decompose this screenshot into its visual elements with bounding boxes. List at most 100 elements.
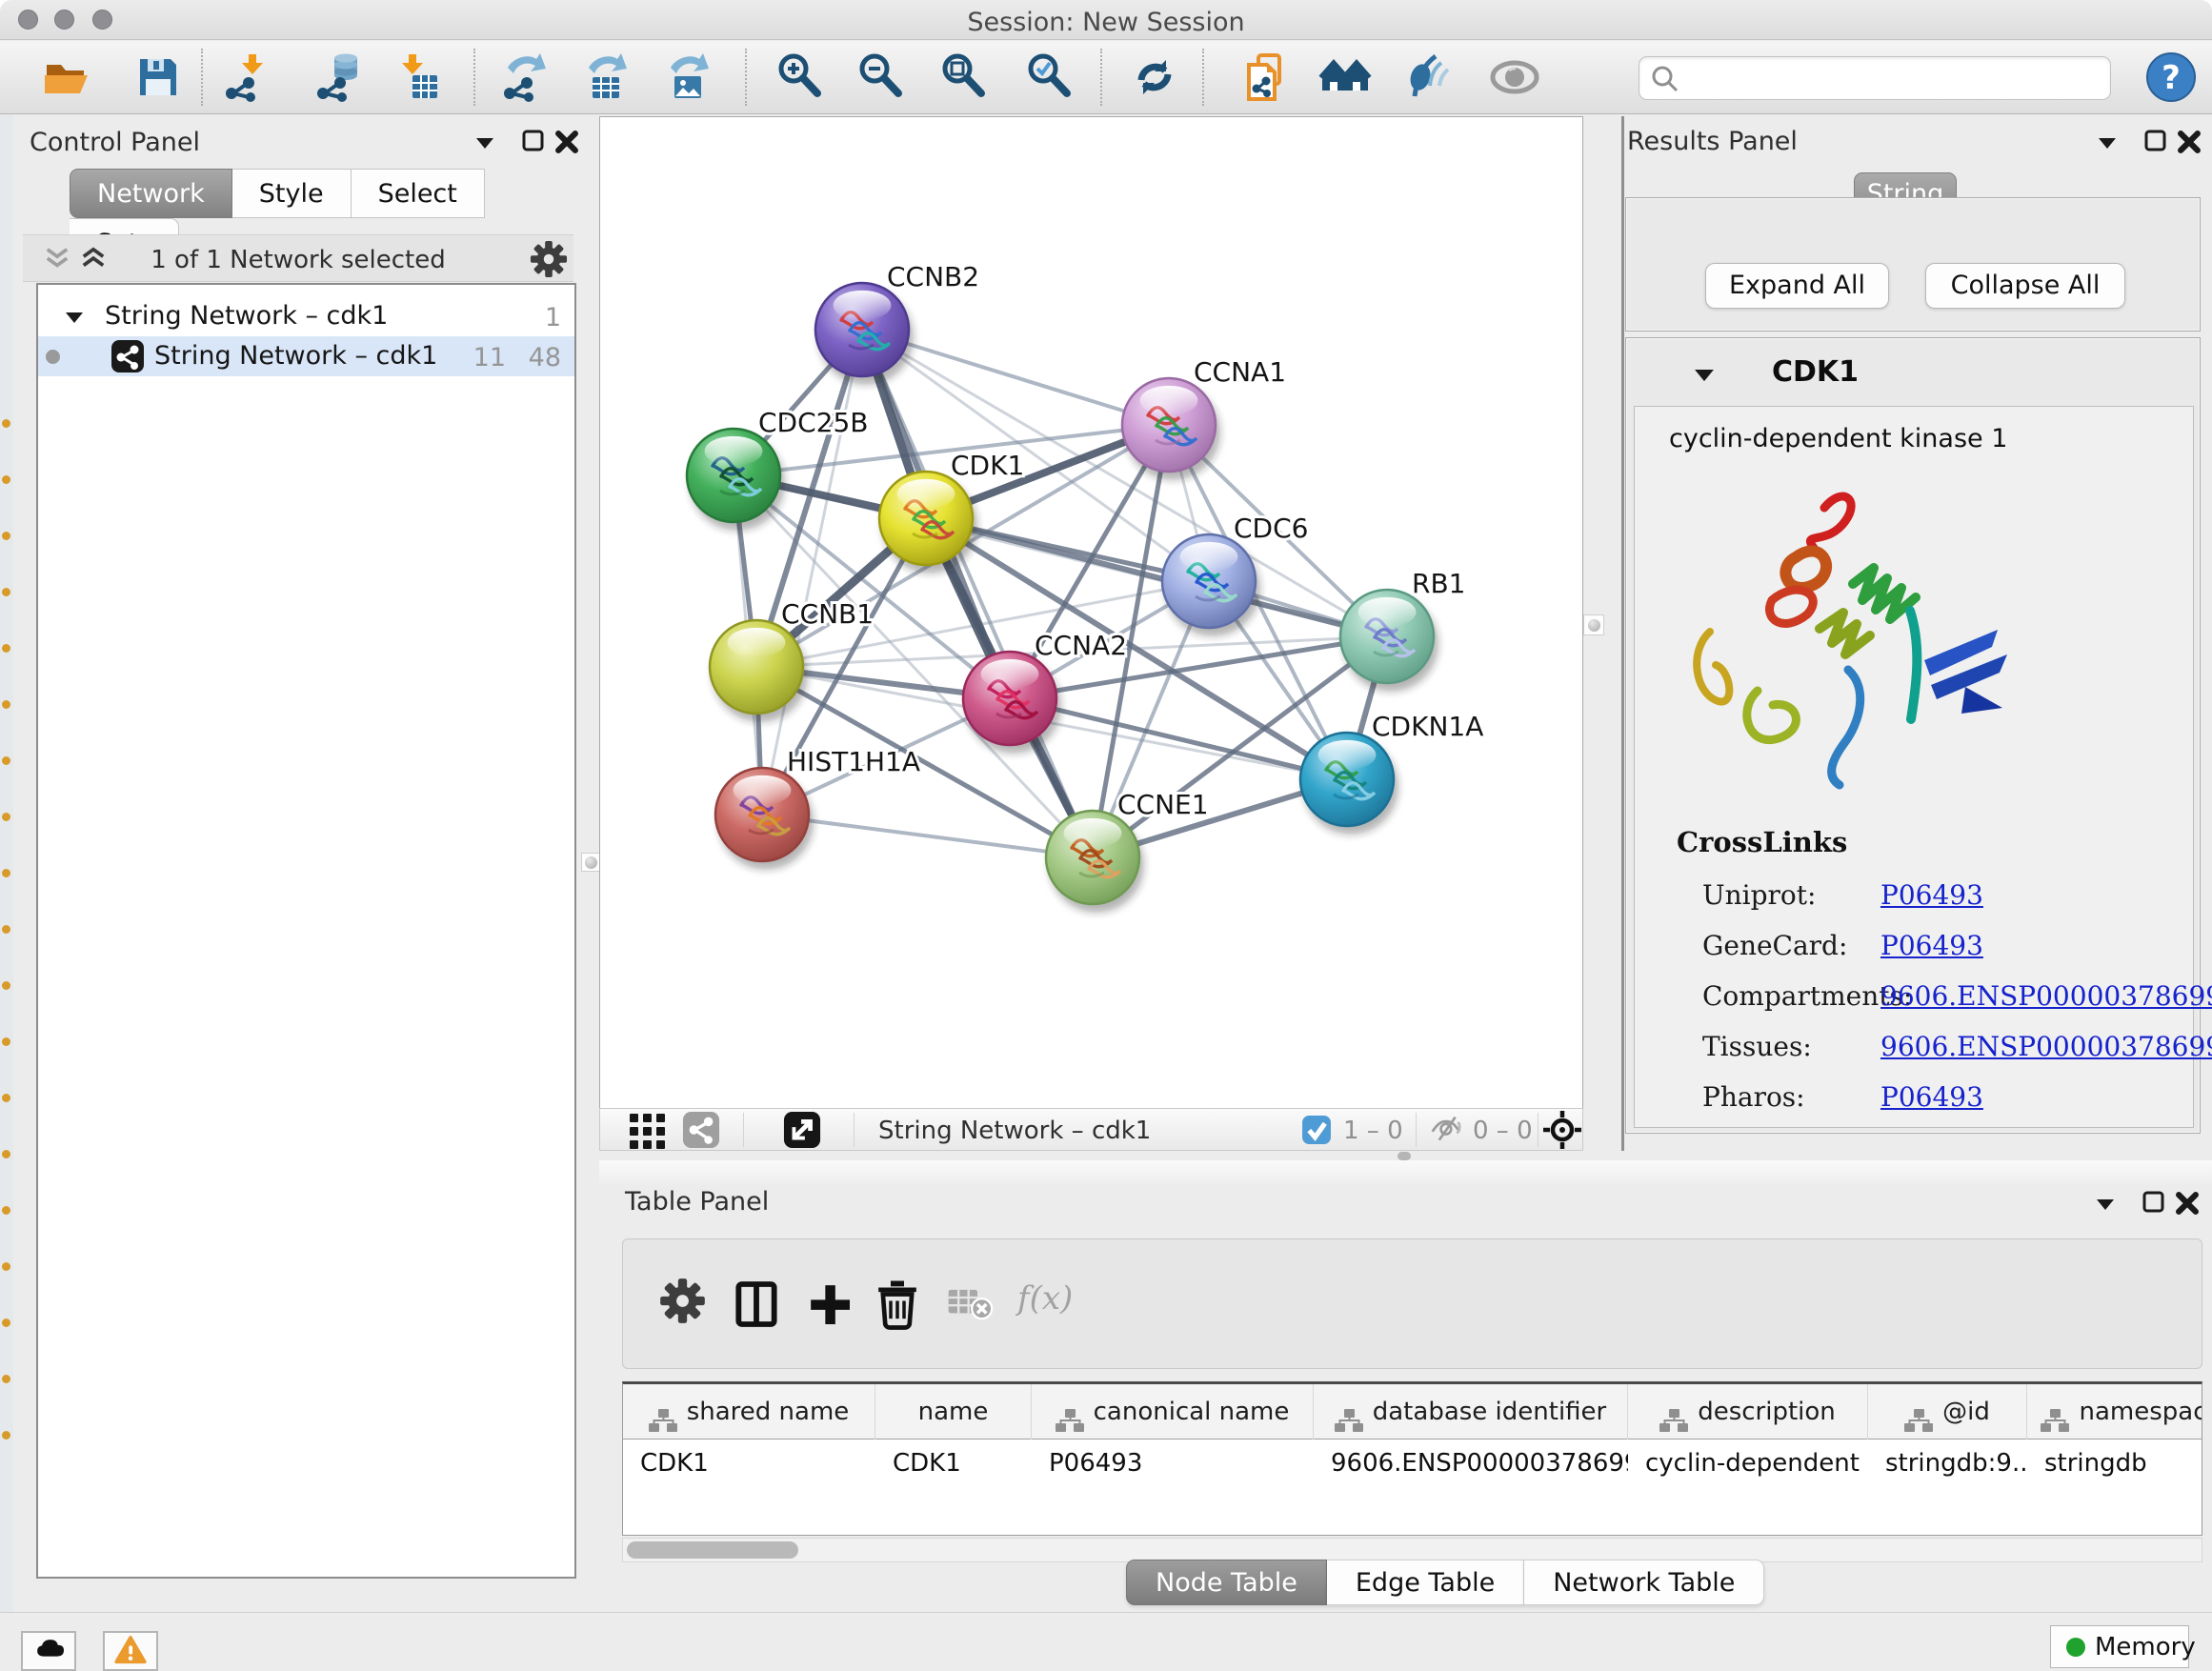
delete-row-button[interactable] (871, 1278, 924, 1331)
results-float-icon[interactable] (2144, 130, 2167, 152)
cell-canonical-name[interactable]: P06493 (1032, 1440, 1314, 1488)
cell-description[interactable]: cyclin-dependent ... (1628, 1440, 1868, 1488)
clear-table-button[interactable] (944, 1278, 997, 1331)
warning-status-button[interactable] (103, 1631, 158, 1671)
node-HIST1H1A[interactable] (715, 768, 814, 870)
network-view-title: String Network – cdk1 (878, 1117, 1151, 1145)
crosslink-link[interactable]: 9606.ENSP00000378699 (1880, 980, 2212, 1012)
toolbar-separator (1100, 49, 1102, 106)
node-RB1[interactable] (1340, 590, 1438, 692)
add-row-button[interactable] (803, 1278, 856, 1331)
column-header-canonical-name[interactable]: canonical name (1032, 1384, 1314, 1439)
tab-node-table[interactable]: Node Table (1126, 1560, 1327, 1605)
zoom-out-button[interactable] (855, 50, 908, 104)
crosslink-link[interactable]: P06493 (1880, 930, 1983, 961)
zoom-fit-button[interactable] (937, 50, 991, 104)
network-canvas[interactable]: CCNB2CCNA1CDC25BCDK1CDC6RB1CCNB1CCNA2CDK… (599, 116, 1583, 1108)
show-panel-button[interactable] (1488, 50, 1541, 104)
warning-icon (112, 1635, 149, 1667)
node-CCNB2[interactable] (815, 283, 914, 385)
tab-style[interactable]: Style (232, 169, 352, 218)
network-collection-row[interactable]: String Network – cdk1 1 (38, 296, 574, 336)
node-CCNA2[interactable] (963, 652, 1061, 754)
memory-label: Memory (2095, 1633, 2196, 1661)
export-network-button[interactable] (498, 50, 552, 104)
save-session-button[interactable] (131, 50, 185, 104)
selected-checkbox-icon[interactable] (1301, 1115, 1332, 1145)
export-table-button[interactable] (579, 50, 633, 104)
cell-shared-name[interactable]: CDK1 (623, 1440, 875, 1488)
column-header--id[interactable]: @id (1868, 1384, 2027, 1439)
update-button[interactable] (1128, 50, 1181, 104)
tab-select[interactable]: Select (352, 169, 485, 218)
table-menu-caret-icon[interactable] (2096, 1197, 2115, 1212)
import-network-button[interactable] (220, 50, 273, 104)
export-image-button[interactable] (661, 50, 714, 104)
panel-menu-caret-icon[interactable] (475, 135, 494, 151)
bottom-splitter-handle[interactable] (1398, 1152, 1411, 1160)
node-CDK1[interactable] (879, 472, 977, 574)
home-button[interactable] (1318, 50, 1372, 104)
network-row-selected[interactable]: String Network – cdk1 11 48 (38, 336, 574, 376)
cell-namespace[interactable]: stringdb (2027, 1440, 2202, 1488)
open-session-button[interactable] (40, 50, 93, 104)
collapse-all-button[interactable]: Collapse All (1925, 263, 2125, 309)
table-float-icon[interactable] (2142, 1191, 2165, 1214)
panel-float-icon[interactable] (522, 130, 545, 152)
right-splitter-handle[interactable] (1583, 614, 1604, 635)
panel-close-icon[interactable] (554, 130, 579, 154)
clone-network-button[interactable] (1237, 50, 1291, 104)
crosslink-link[interactable]: P06493 (1880, 1081, 1983, 1113)
node-label-RB1: RB1 (1412, 568, 1465, 599)
column-header-database-identifier[interactable]: database identifier (1314, 1384, 1628, 1439)
tree-expand-caret-icon[interactable] (65, 310, 84, 325)
expand-all-button[interactable]: Expand All (1705, 263, 1889, 309)
function-button[interactable]: f(x) (1017, 1279, 1071, 1333)
results-close-icon[interactable] (2177, 130, 2202, 154)
crosslink-link[interactable]: P06493 (1880, 879, 1983, 911)
birdseye-view-icon[interactable] (783, 1111, 821, 1149)
tab-edge-table[interactable]: Edge Table (1327, 1560, 1524, 1605)
column-header-shared-name[interactable]: shared name (623, 1384, 875, 1439)
node-CCNE1[interactable] (1046, 811, 1144, 913)
zoom-in-button[interactable] (774, 50, 827, 104)
cell-database-identifier[interactable]: 9606.ENSP00000378699 (1314, 1440, 1628, 1488)
search-input[interactable] (1687, 59, 2097, 97)
tab-network-table[interactable]: Network Table (1524, 1560, 1764, 1605)
column-header-namespace[interactable]: namespace (2027, 1384, 2202, 1439)
column-header-name[interactable]: name (875, 1384, 1032, 1439)
cloud-status-button[interactable] (21, 1631, 76, 1671)
cell-name[interactable]: CDK1 (875, 1440, 1032, 1488)
cell--id[interactable]: stringdb:9... (1868, 1440, 2027, 1488)
columns-button[interactable] (730, 1278, 783, 1331)
crosslink-link[interactable]: 9606.ENSP00000378699 (1880, 1031, 2212, 1062)
hide-panel-button[interactable] (1399, 50, 1453, 104)
import-network-database-button[interactable] (312, 50, 365, 104)
results-menu-caret-icon[interactable] (2098, 135, 2117, 151)
section-collapse-caret-icon[interactable] (1694, 367, 1715, 383)
import-table-button[interactable] (390, 50, 443, 104)
network-share-button-icon[interactable] (682, 1111, 720, 1149)
node-CDKN1A[interactable] (1300, 733, 1398, 835)
tab-network[interactable]: Network (70, 169, 232, 218)
memory-button[interactable]: Memory (2050, 1625, 2189, 1668)
crosslink-row: Uniprot:P06493 (1635, 872, 2195, 922)
left-splitter-handle[interactable] (581, 853, 600, 872)
crosshair-move-icon[interactable] (1541, 1109, 1583, 1151)
grid-view-icon[interactable] (627, 1111, 665, 1149)
edge-CDK1-RB1[interactable] (926, 518, 1387, 636)
column-header-description[interactable]: description (1628, 1384, 1868, 1439)
edge-CCNB2-HIST1H1A[interactable] (762, 330, 862, 815)
gear-icon[interactable] (530, 240, 568, 278)
gear-button[interactable] (659, 1278, 713, 1331)
node-CDC25B[interactable] (687, 429, 785, 531)
table-hscrollbar-thumb[interactable] (627, 1541, 798, 1559)
node-CCNA1[interactable] (1122, 378, 1220, 480)
help-button[interactable]: ? (2144, 50, 2198, 104)
node-CDC6[interactable] (1162, 534, 1260, 636)
table-row[interactable]: CDK1CDK1P064939606.ENSP00000378699cyclin… (623, 1440, 2202, 1488)
zoom-selected-button[interactable] (1023, 50, 1076, 104)
shared-column-icon (1056, 1408, 1084, 1433)
table-close-icon[interactable] (2175, 1191, 2200, 1216)
shared-column-icon (1335, 1408, 1363, 1433)
